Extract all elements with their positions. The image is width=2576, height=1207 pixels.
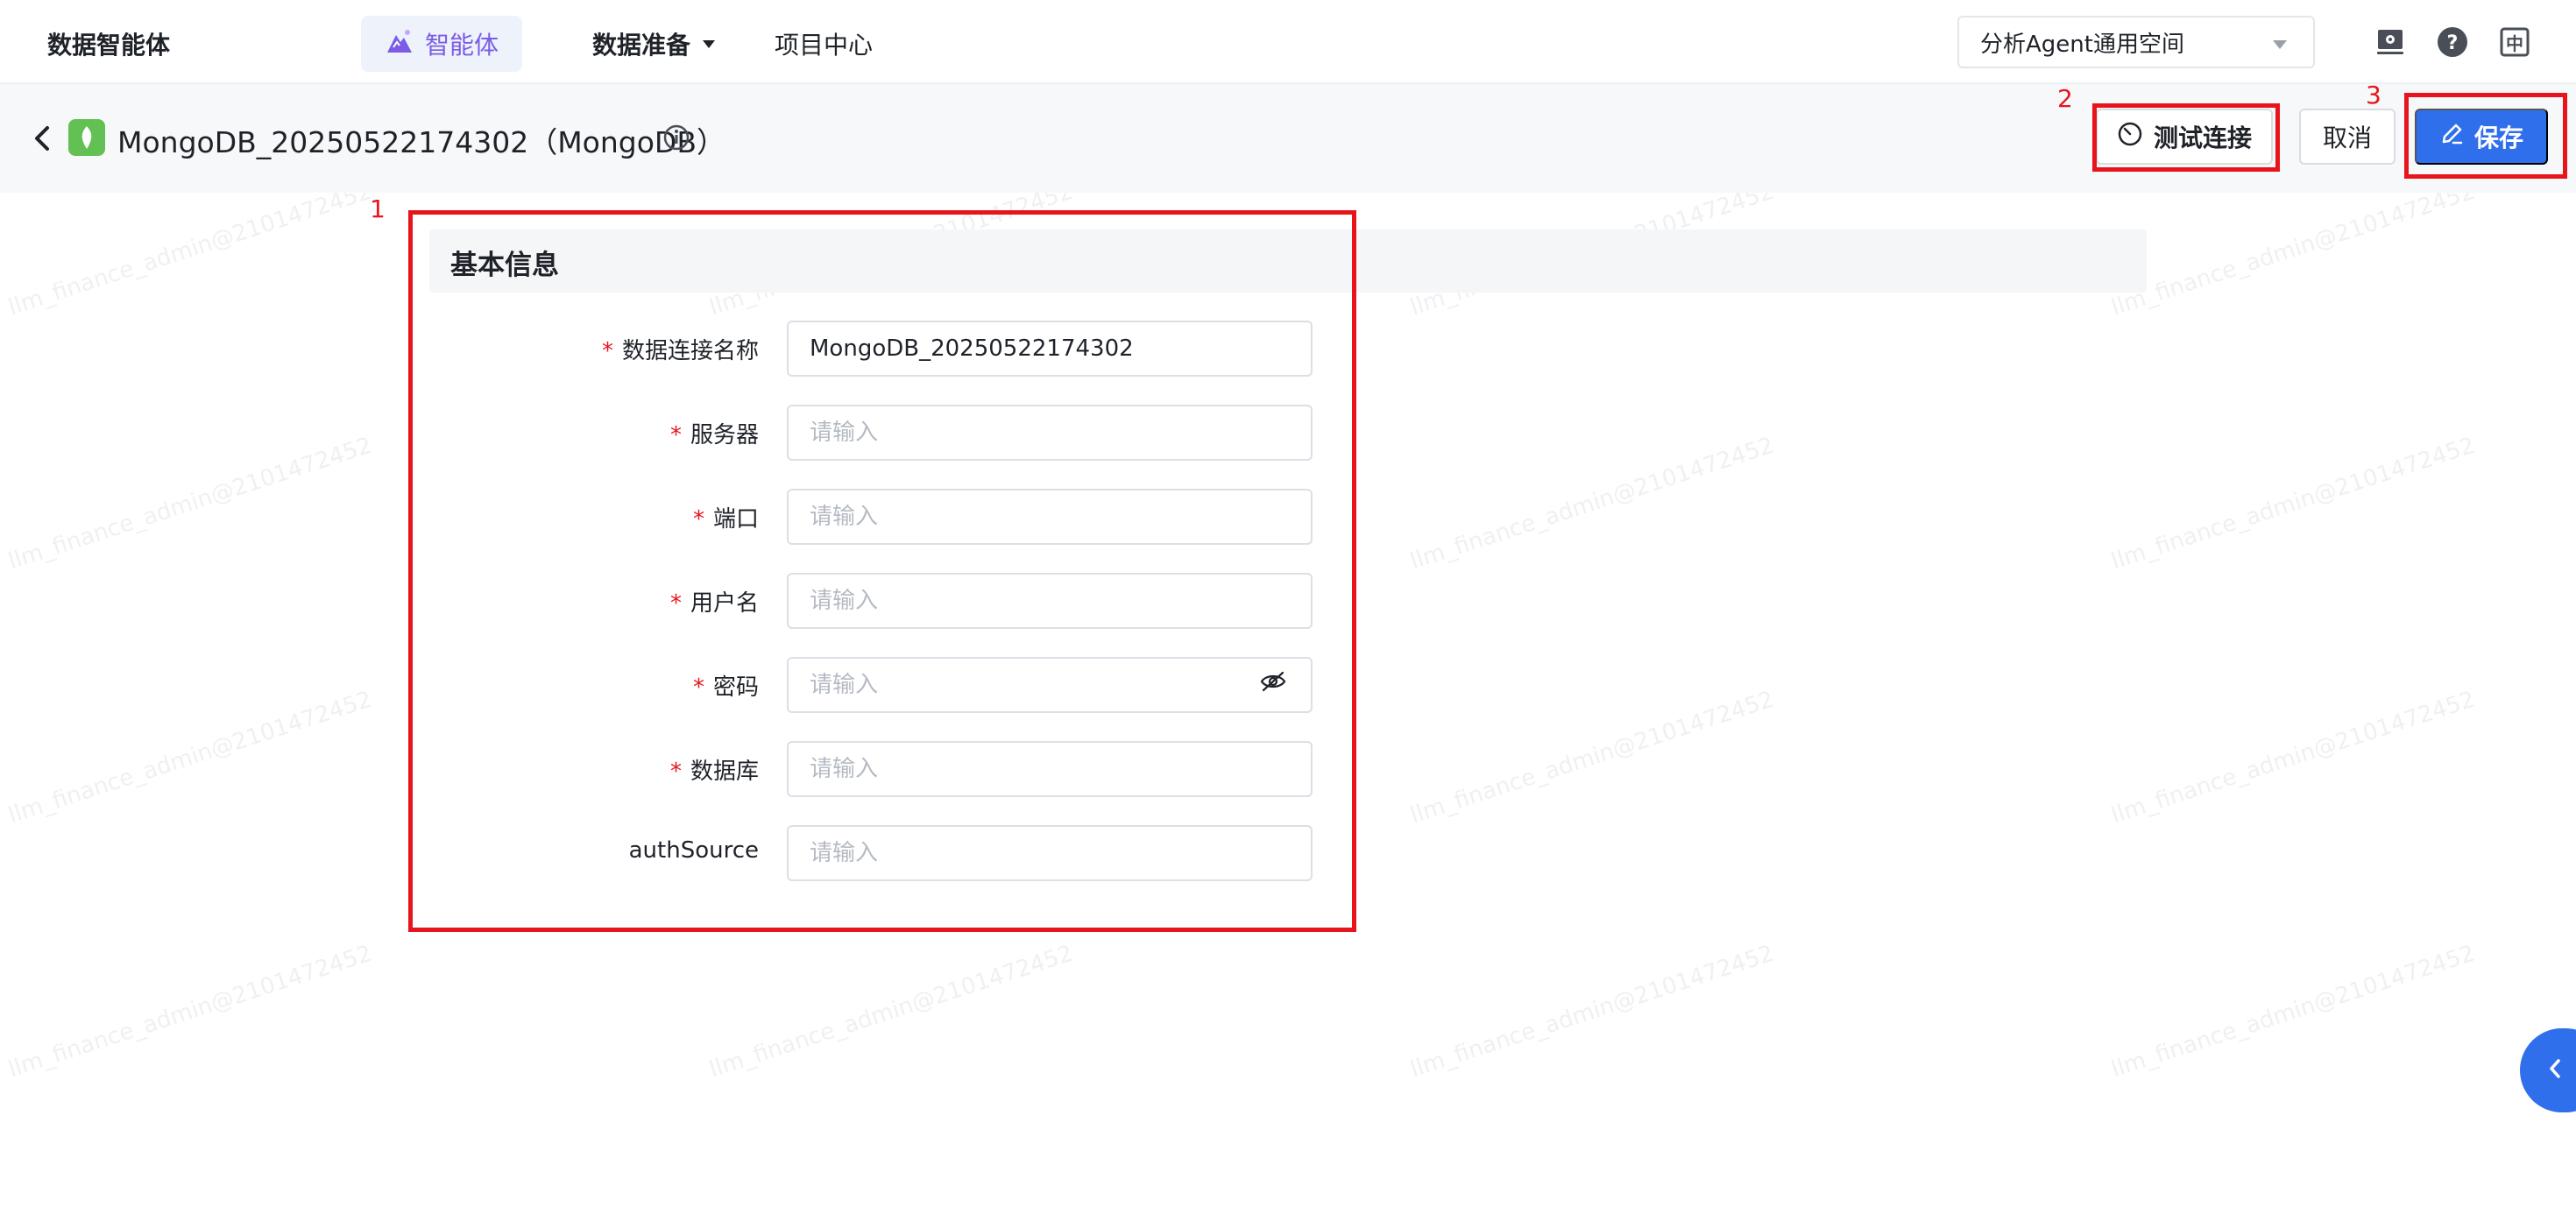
- nav-item-data-prep[interactable]: 数据准备: [592, 26, 716, 61]
- nav-item-agent-label: 智能体: [424, 31, 499, 60]
- chevron-down-icon: [703, 39, 716, 48]
- annotation-box-3: [2404, 93, 2567, 179]
- watermark: llm_finance_admin@2101472452: [2107, 686, 2479, 829]
- svg-text:?: ?: [2447, 32, 2459, 54]
- nav-item-project-center-label: 项目中心: [775, 31, 874, 60]
- chevron-down-icon: [2273, 40, 2287, 49]
- watermark: llm_finance_admin@2101472452: [2107, 432, 2479, 575]
- monitor-settings-icon[interactable]: [2374, 26, 2406, 58]
- back-arrow-icon[interactable]: [30, 123, 54, 154]
- watermark: llm_finance_admin@2101472452: [1406, 432, 1778, 575]
- page-title: MongoDB_20250522174302（MongoDB）: [117, 125, 725, 159]
- brand-title: 数据智能体: [47, 31, 171, 60]
- help-icon[interactable]: ?: [2437, 26, 2468, 58]
- watermark: llm_finance_admin@2101472452: [4, 432, 376, 575]
- workspace-select-value: 分析Agent通用空间: [1980, 31, 2184, 58]
- info-icon[interactable]: [662, 124, 690, 152]
- watermark: llm_finance_admin@2101472452: [4, 686, 376, 829]
- top-navigation-bar: 数据智能体 智能体 数据准备 项目中心 分析Agent通用空间 ? 中: [0, 0, 2576, 84]
- watermark: llm_finance_admin@2101472452: [1406, 686, 1778, 829]
- watermark: llm_finance_admin@2101472452: [705, 940, 1077, 1083]
- nav-item-project-center[interactable]: 项目中心: [775, 26, 873, 61]
- watermark: llm_finance_admin@2101472452: [2107, 178, 2479, 321]
- watermark: llm_finance_admin@2101472452: [4, 940, 376, 1083]
- workspace-select[interactable]: 分析Agent通用空间: [1957, 16, 2315, 68]
- cancel-label: 取消: [2322, 124, 2372, 152]
- annotation-number-3: 3: [2366, 81, 2381, 109]
- nav-item-data-prep-label: 数据准备: [592, 31, 691, 60]
- annotation-number-1: 1: [370, 194, 386, 223]
- nav-item-agent[interactable]: 智能体: [361, 16, 522, 72]
- watermark: llm_finance_admin@2101472452: [4, 178, 376, 321]
- expand-panel-button[interactable]: [2520, 1028, 2576, 1112]
- language-switch[interactable]: 中: [2499, 26, 2530, 58]
- annotation-box-2: [2092, 103, 2280, 172]
- chevron-left-icon: [2546, 1057, 2564, 1083]
- annotation-box-1: [408, 210, 1356, 932]
- mongodb-icon: [68, 119, 105, 156]
- cancel-button[interactable]: 取消: [2299, 109, 2396, 165]
- watermark: llm_finance_admin@2101472452: [1406, 940, 1778, 1083]
- language-switch-label: 中: [2506, 32, 2523, 54]
- annotation-number-2: 2: [2057, 84, 2073, 113]
- watermark: llm_finance_admin@2101472452: [2107, 940, 2479, 1083]
- agent-icon: [385, 28, 414, 60]
